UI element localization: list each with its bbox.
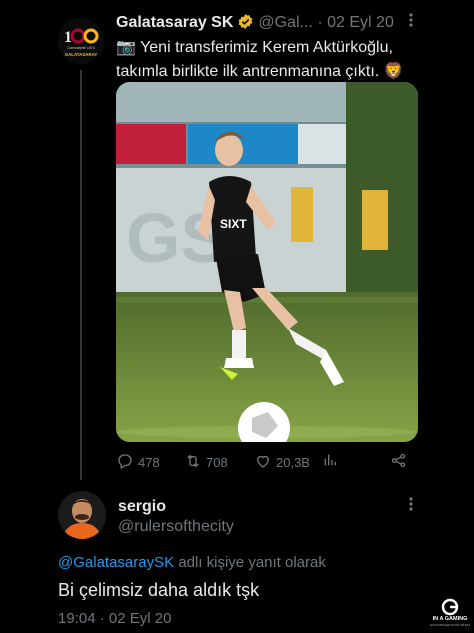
like-button[interactable]: 20,3B: [254, 452, 310, 473]
watermark-logo: IN A GAMING EN POPÜLER OYUN SİTESİ: [430, 598, 470, 628]
verified-icon: [237, 13, 254, 35]
reply-count: 478: [138, 455, 160, 470]
like-icon: [254, 452, 272, 473]
tweet-actions: 478 708 20,3B: [116, 452, 416, 472]
analytics-button[interactable]: [322, 452, 338, 471]
more-icon[interactable]: [408, 12, 414, 33]
watermark-line1: IN A GAMING: [433, 616, 468, 622]
author-name[interactable]: Galatasaray SK: [116, 14, 233, 31]
original-tweet: 1 Cumhuriyetin 100'ü GALATASARAY Galatas…: [0, 0, 474, 485]
reply-user-handle[interactable]: @rulersofthecity: [118, 518, 234, 536]
retweet-icon: [184, 452, 202, 473]
reply-tweet: sergio @rulersofthecity @GalatasaraySK a…: [0, 484, 474, 632]
share-button[interactable]: [390, 452, 407, 472]
user-avatar[interactable]: [58, 491, 106, 539]
reply-user-name[interactable]: sergio: [118, 498, 166, 516]
reply-icon: [116, 452, 134, 473]
retweet-button[interactable]: 708: [184, 452, 228, 473]
more-icon[interactable]: [408, 496, 414, 517]
reply-time[interactable]: 19:04: [58, 610, 96, 627]
shirt-sponsor: SIXT: [220, 217, 247, 231]
user-avatar-image: [58, 491, 106, 539]
author-handle[interactable]: @Gal...: [258, 14, 312, 31]
lion-emoji: 🦁: [383, 63, 404, 80]
like-count: 20,3B: [276, 455, 310, 470]
training-photo: GS SIXT: [116, 82, 418, 442]
mention-link[interactable]: @GalatasaraySK: [58, 554, 174, 571]
club-avatar[interactable]: 1 Cumhuriyetin 100'ü GALATASARAY: [58, 18, 104, 64]
tweet-text-line2: takımla birlikte ilk antrenmanına çıktı.: [116, 63, 380, 80]
analytics-icon: [322, 452, 338, 471]
reply-button[interactable]: 478: [116, 452, 160, 473]
reply-date[interactable]: 02 Eyl 20: [109, 610, 172, 627]
retweet-count: 708: [206, 455, 228, 470]
replying-to-label: adlı kişiye yanıt olarak: [174, 554, 326, 571]
header-separator: ·: [317, 14, 323, 31]
watermark-line2: EN POPÜLER OYUN SİTESİ: [430, 622, 469, 627]
avatar-badge-text: Cumhuriyetin 100'ü: [67, 46, 95, 50]
tweet-date[interactable]: 02 Eyl 20: [327, 14, 394, 31]
reply-meta-separator: ·: [99, 610, 105, 627]
share-icon: [390, 452, 407, 472]
thread-line: [80, 70, 82, 480]
tweet-text-line1: 📷 Yeni transferimiz Kerem Aktürkoğlu,: [116, 39, 393, 56]
reply-meta: 19:04 · 02 Eyl 20: [58, 610, 171, 627]
avatar-club-text: GALATASARAY: [65, 52, 98, 57]
tweet-text: 📷 Yeni transferimiz Kerem Aktürkoğlu, ta…: [116, 36, 426, 84]
tweet-header: Galatasaray SK @Gal... · 02 Eyl 20: [116, 13, 414, 35]
tweet-photo[interactable]: GS SIXT: [116, 82, 418, 442]
club-logo: 1 Cumhuriyetin 100'ü GALATASARAY: [58, 18, 104, 64]
replying-to: @GalatasaraySK adlı kişiye yanıt olarak: [58, 554, 326, 571]
reply-text: Bi çelimsiz daha aldık tşk: [58, 580, 260, 600]
